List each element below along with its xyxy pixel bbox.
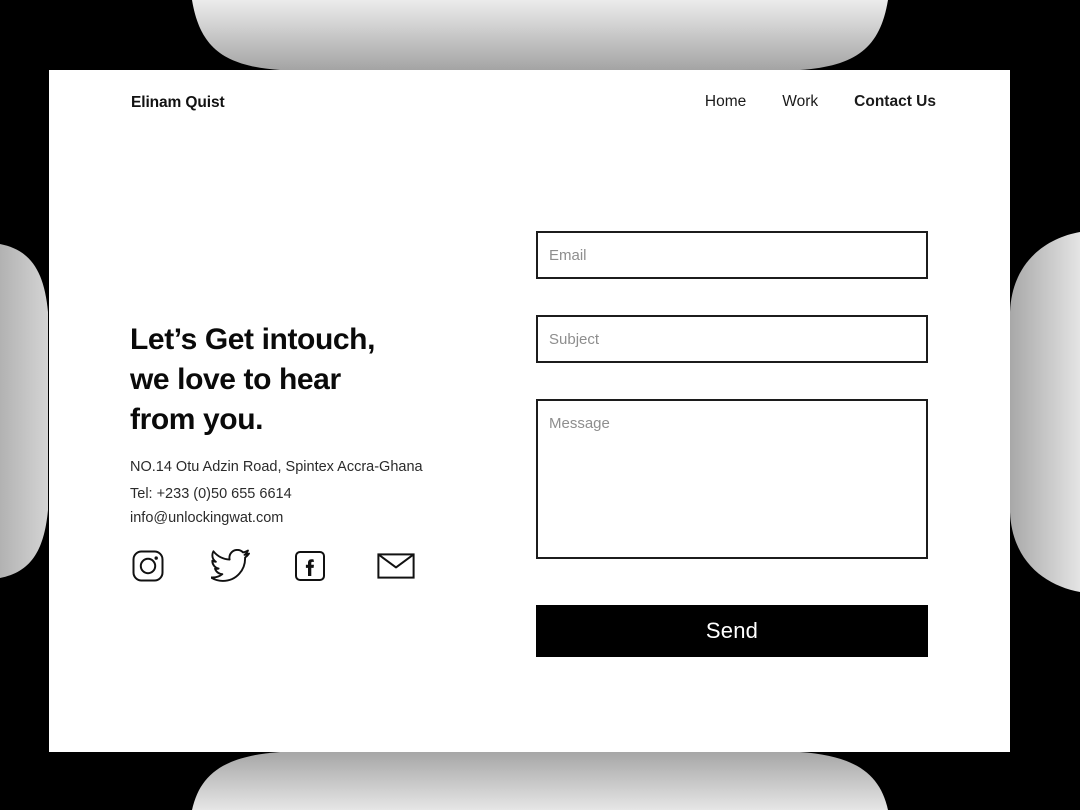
facebook-icon[interactable]	[294, 550, 334, 582]
social-links	[130, 548, 417, 584]
nav-link-home[interactable]: Home	[705, 93, 746, 111]
email-icon[interactable]	[377, 552, 417, 580]
contact-address: NO.14 Otu Adzin Road, Spintex Accra-Ghan…	[130, 459, 423, 475]
send-button[interactable]: Send	[536, 605, 928, 657]
message-textarea[interactable]	[536, 399, 928, 559]
contact-email: info@unlockingwat.com	[130, 510, 284, 526]
contact-phone: Tel: +233 (0)50 655 6614	[130, 486, 292, 502]
twitter-icon[interactable]	[209, 548, 251, 583]
main-navigation: Home Work Contact Us	[705, 93, 936, 111]
site-header: Elinam Quist Home Work Contact Us	[49, 70, 1010, 144]
nav-link-work[interactable]: Work	[782, 93, 818, 111]
email-input[interactable]	[536, 231, 928, 279]
screenshot-stage: Elinam Quist Home Work Contact Us Let’s …	[0, 0, 1080, 810]
nav-link-contact-us[interactable]: Contact Us	[854, 93, 936, 111]
contact-form: Send	[536, 231, 928, 657]
content-card: Elinam Quist Home Work Contact Us Let’s …	[49, 70, 1010, 752]
hero-text-block: Let’s Get intouch, we love to hear from …	[130, 320, 530, 530]
brand-logo[interactable]: Elinam Quist	[131, 94, 225, 112]
subject-input[interactable]	[536, 315, 928, 363]
page-title: Let’s Get intouch, we love to hear from …	[130, 323, 376, 436]
instagram-icon[interactable]	[130, 548, 170, 584]
